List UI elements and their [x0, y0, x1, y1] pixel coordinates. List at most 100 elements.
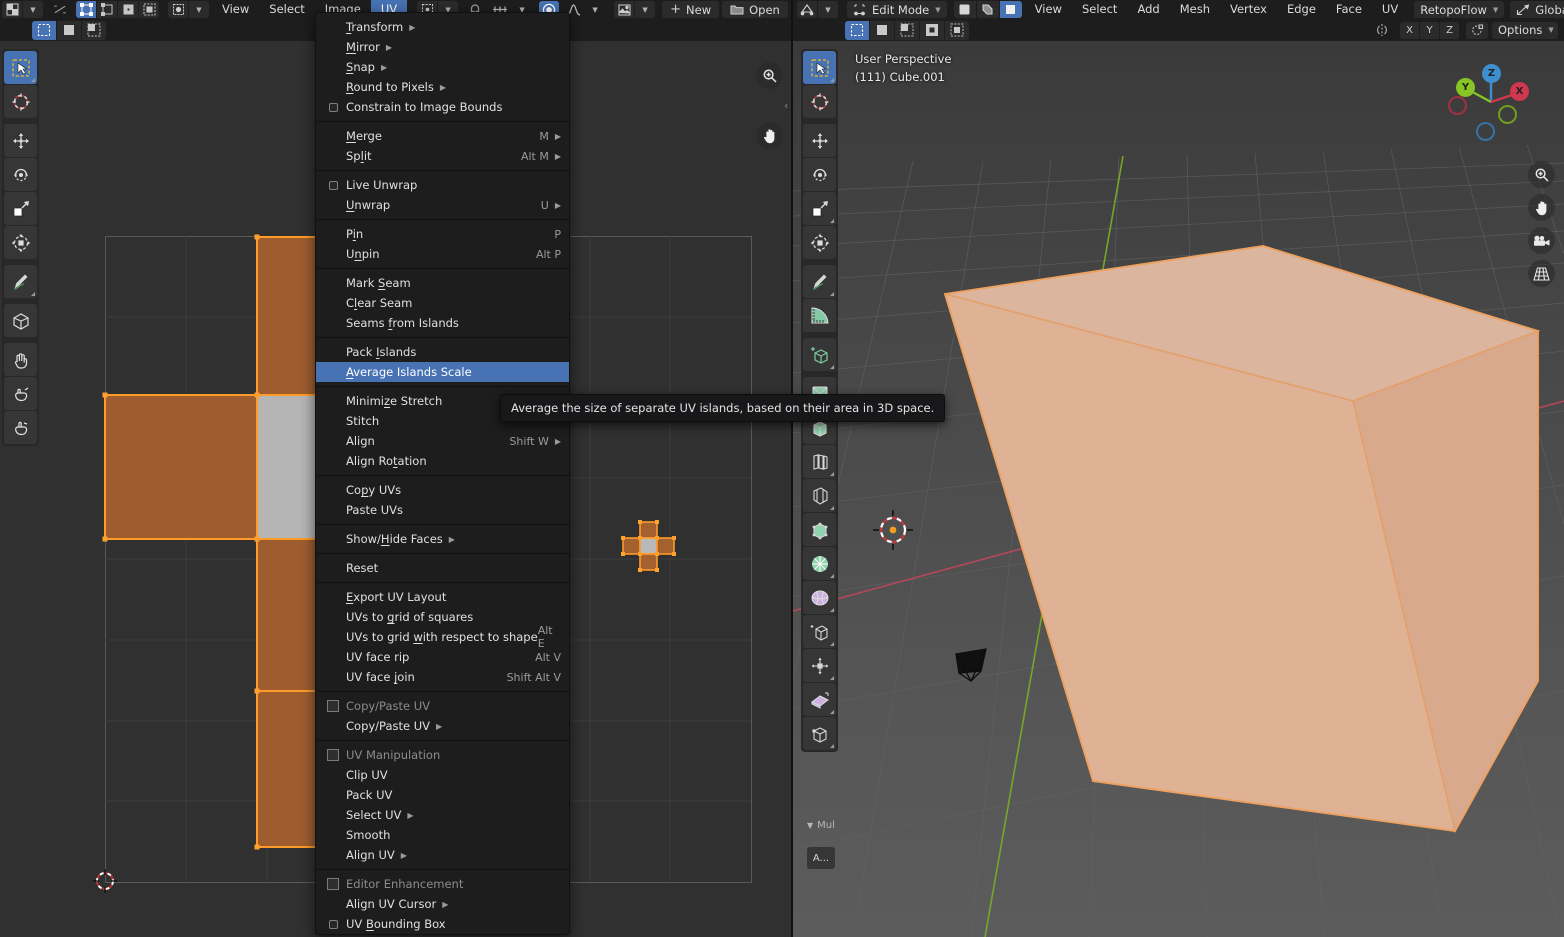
vp-tool-poly-build[interactable] — [803, 547, 836, 580]
mesh-select-edge-icon[interactable] — [976, 1, 999, 18]
editor-type-chevron-icon[interactable]: ▼ — [23, 1, 43, 18]
interaction-mode-dropdown[interactable]: Edit Mode ▼ — [847, 1, 947, 18]
uv-menu-view[interactable]: View — [212, 0, 259, 19]
vp-select-tweak-icon[interactable] — [845, 20, 869, 40]
uv-tool-scale[interactable] — [4, 192, 37, 225]
uv-dropdown-menu[interactable]: Transform ▶ Mirror ▶ Snap ▶ Round to Pixels… — [315, 12, 570, 935]
gizmo-axis-neg-y[interactable] — [1498, 105, 1517, 124]
navigation-gizmo[interactable]: Z Y X — [1448, 59, 1534, 145]
transform-orientation-dropdown[interactable]: Global ▼ — [1510, 1, 1564, 18]
uv-tool-transform[interactable] — [4, 226, 37, 259]
menu-item-uv-face-rip[interactable]: UV face rip Alt V — [316, 647, 569, 667]
vp-menu-vertex[interactable]: Vertex — [1220, 0, 1277, 19]
uv-select-mode-island-icon[interactable] — [139, 1, 159, 18]
vp-tool-edge-slide[interactable] — [803, 649, 836, 682]
uv-zoom-icon[interactable] — [756, 62, 783, 89]
viewport-editor-type-chevron-icon[interactable]: ▼ — [818, 1, 838, 18]
uv-tool-uv-sculpt[interactable] — [4, 304, 37, 337]
viewport-editor-type-icon[interactable] — [797, 1, 817, 18]
vp-menu-mesh[interactable]: Mesh — [1170, 0, 1220, 19]
vp-menu-face[interactable]: Face — [1326, 0, 1372, 19]
image-new-button[interactable]: + New — [662, 1, 720, 18]
vp-tool-bevel[interactable] — [803, 445, 836, 478]
retopoflow-dropdown[interactable]: RetopoFlow ▼ — [1414, 1, 1505, 18]
menu-item-paste-uvs[interactable]: Paste UVs — [316, 500, 569, 520]
menu-item-average-islands-scale[interactable]: Average Islands Scale — [316, 362, 569, 382]
vp-tool-rip-region[interactable] — [803, 717, 836, 750]
vp-tool-transform[interactable] — [803, 226, 836, 259]
menu-item-reset[interactable]: Reset — [316, 558, 569, 578]
uv-tool-relax-brush[interactable] — [4, 377, 37, 410]
vp-tool-spin[interactable] — [803, 581, 836, 614]
menu-item-align-uv[interactable]: Align UV ▶ — [316, 845, 569, 865]
vp-tool-annotate[interactable] — [803, 265, 836, 298]
menu-item-smooth[interactable]: Smooth — [316, 825, 569, 845]
mesh-select-face-icon[interactable] — [999, 1, 1022, 18]
uv-pan-hand-icon[interactable] — [756, 122, 783, 149]
uv-sidebar-toggle[interactable]: ‹ — [784, 99, 788, 112]
menu-item-live-unwrap[interactable]: Live Unwrap — [316, 175, 569, 195]
menu-item-round-to-pixels[interactable]: Round to Pixels ▶ — [316, 77, 569, 97]
viewport-options-dropdown[interactable]: Options ▼ — [1492, 21, 1558, 39]
image-browse-chevron-icon[interactable]: ▼ — [635, 1, 656, 18]
toolbar-collapse-button[interactable]: ▼ Mul — [807, 820, 835, 831]
menu-item-select-uv[interactable]: Select UV ▶ — [316, 805, 569, 825]
menu-item-clip-uv[interactable]: Clip UV — [316, 765, 569, 785]
editor-type-icon[interactable] — [2, 1, 22, 18]
gizmo-axis-x[interactable]: X — [1510, 82, 1529, 101]
vp-select-extra-icon[interactable] — [945, 20, 969, 40]
vp-mirror-x[interactable]: X — [1400, 21, 1419, 39]
vp-tool-scale[interactable] — [803, 192, 836, 225]
vp-tool-smooth[interactable] — [803, 615, 836, 648]
vp-mirror-z[interactable]: Z — [1440, 21, 1459, 39]
image-browse-icon[interactable] — [614, 1, 635, 18]
gizmo-axis-z[interactable]: Z — [1482, 64, 1501, 83]
menu-item-mirror[interactable]: Mirror ▶ — [316, 37, 569, 57]
menu-item-export-uv-layout[interactable]: Export UV Layout — [316, 587, 569, 607]
image-open-button[interactable]: Open — [722, 1, 788, 18]
gizmo-axis-neg-z[interactable] — [1476, 122, 1495, 141]
menu-item-constrain-to-image-bounds[interactable]: Constrain to Image Bounds — [316, 97, 569, 117]
menu-item-align[interactable]: Align Shift W ▶ — [316, 431, 569, 451]
menu-item-mark-seam[interactable]: Mark Seam — [316, 273, 569, 293]
uv-tool-move[interactable] — [4, 124, 37, 157]
vp-tool-rotate[interactable] — [803, 158, 836, 191]
vp-tool-loop-cut[interactable] — [803, 479, 836, 512]
uv-toolmode-box-icon[interactable] — [57, 20, 81, 40]
uv-sticky-selection-icon[interactable] — [168, 1, 188, 18]
vp-tool-tweak[interactable] — [803, 51, 836, 84]
viewport-header[interactable]: ▼ Edit Mode ▼ View Select Add Mesh Verte… — [793, 0, 1564, 19]
viewport-toolsettings[interactable]: X Y Z Options ▼ — [793, 19, 1564, 41]
uv-tool-pinch-brush[interactable] — [4, 411, 37, 444]
uv-tool-annotate[interactable] — [4, 265, 37, 298]
viewport-grid-perspective-icon[interactable] — [1528, 260, 1555, 287]
vp-tool-knife[interactable] — [803, 513, 836, 546]
viewport-zoom-icon[interactable] — [1528, 161, 1555, 188]
gizmo-axis-y[interactable]: Y — [1456, 78, 1475, 97]
menu-item-copy-uvs[interactable]: Copy UVs — [316, 480, 569, 500]
vp-menu-edge[interactable]: Edge — [1277, 0, 1326, 19]
menu-item-align-rotation[interactable]: Align Rotation — [316, 451, 569, 471]
uv-sync-selection-icon[interactable] — [50, 1, 70, 18]
uv-toolbar[interactable] — [2, 49, 39, 446]
mesh-select-vertex-icon[interactable] — [953, 1, 976, 18]
vp-menu-view[interactable]: View — [1025, 0, 1072, 19]
vp-mirror-icon[interactable] — [1371, 22, 1393, 39]
menu-item-snap[interactable]: Snap ▶ — [316, 57, 569, 77]
menu-item-transform[interactable]: Transform ▶ — [316, 17, 569, 37]
menu-item-pack-uv[interactable]: Pack UV — [316, 785, 569, 805]
uv-tool-tweak[interactable] — [4, 51, 37, 84]
gizmo-axis-neg-x[interactable] — [1448, 96, 1467, 115]
uv-menu-select[interactable]: Select — [259, 0, 314, 19]
vp-menu-select[interactable]: Select — [1072, 0, 1127, 19]
menu-item-split[interactable]: Split Alt M ▶ — [316, 146, 569, 166]
vp-select-box-icon[interactable] — [870, 20, 894, 40]
menu-item-unpin[interactable]: Unpin Alt P — [316, 244, 569, 264]
vp-tool-cursor[interactable] — [803, 85, 836, 118]
uv-select-mode-face-icon[interactable] — [118, 1, 138, 18]
vp-menu-uv[interactable]: UV — [1372, 0, 1408, 19]
vp-tool-measure[interactable] — [803, 299, 836, 332]
uv-toolmode-tweak-icon[interactable] — [32, 20, 56, 40]
vp-topology-mirror-icon[interactable] — [1466, 21, 1488, 39]
vp-menu-add[interactable]: Add — [1127, 0, 1169, 19]
